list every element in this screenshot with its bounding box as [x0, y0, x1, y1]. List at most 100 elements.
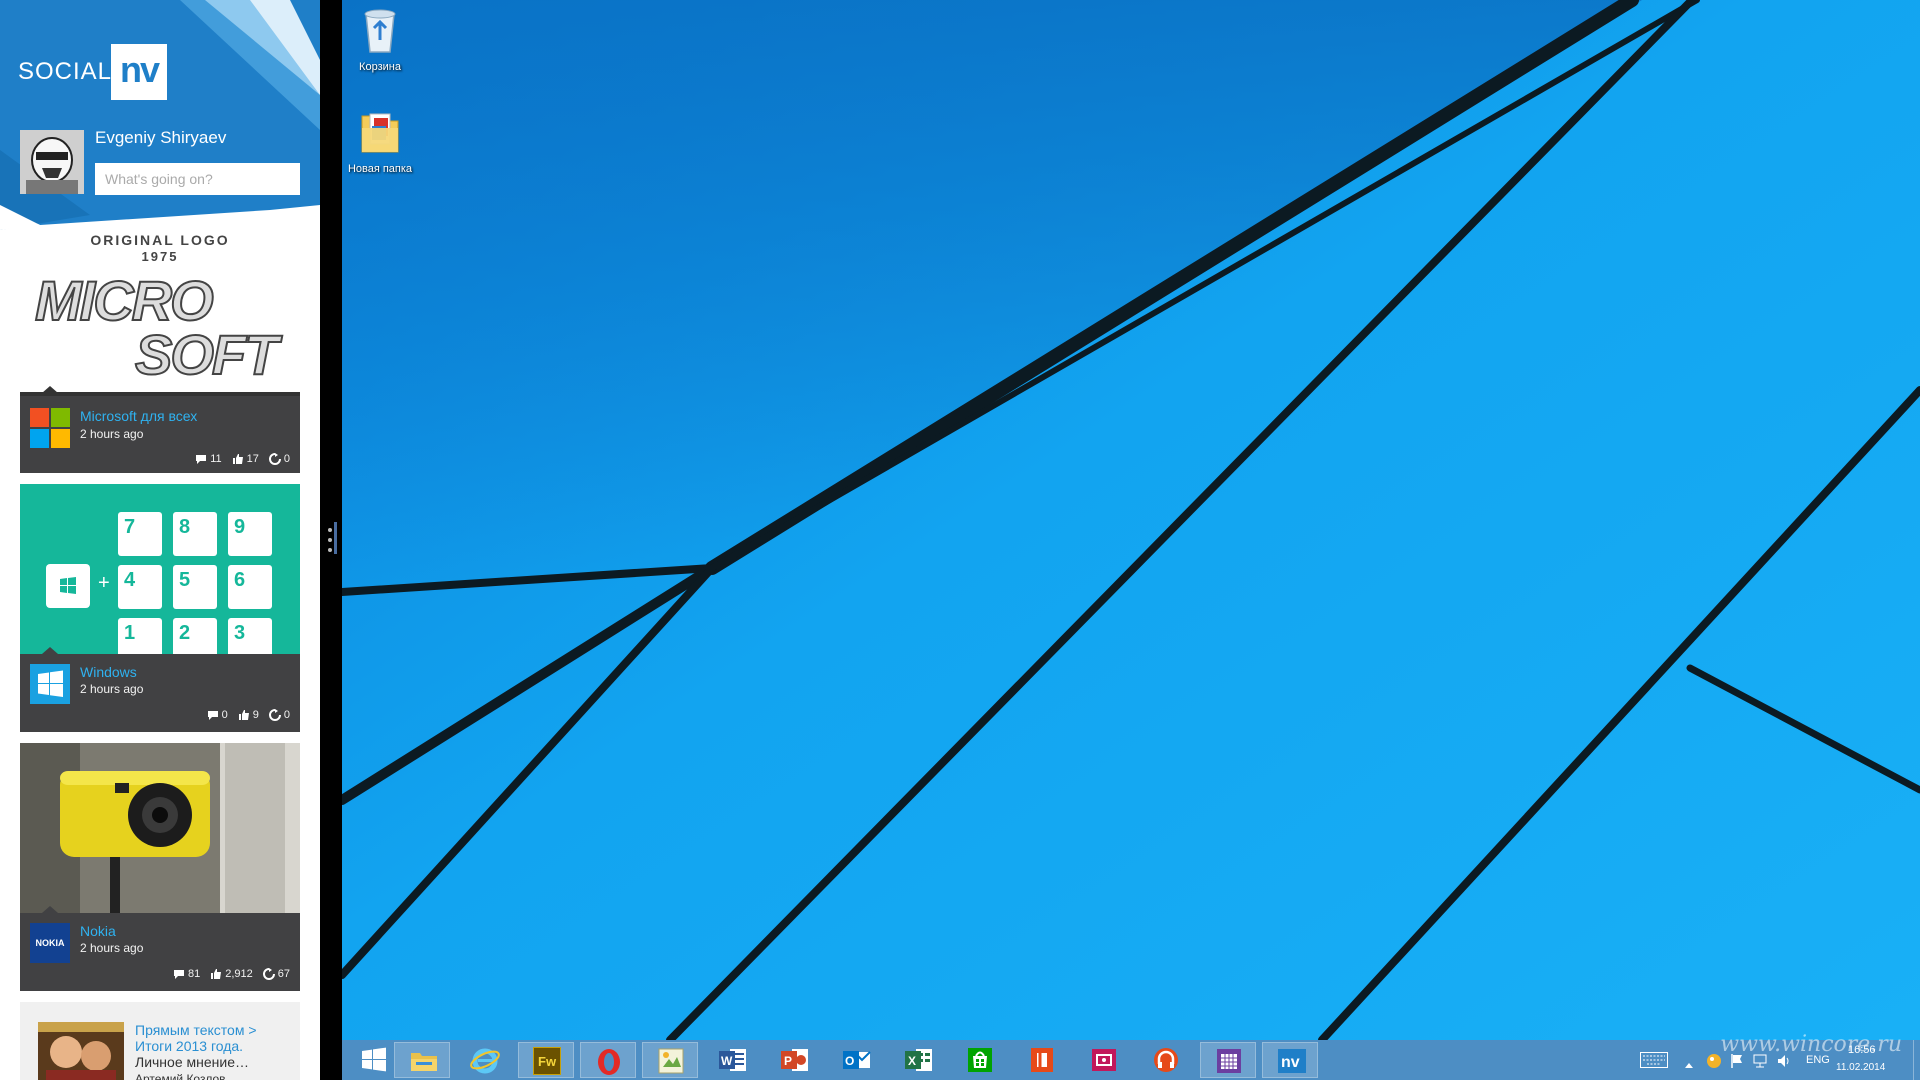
like-icon [238, 710, 249, 720]
splitter-grip-dot [328, 528, 332, 532]
feed-card-nokia-image[interactable] [20, 743, 300, 913]
card-source-nokia[interactable]: Nokia [80, 923, 116, 939]
status-input[interactable] [95, 163, 300, 195]
store-icon [968, 1048, 992, 1072]
taskbar-app-image-viewer[interactable] [642, 1042, 698, 1078]
file-explorer-icon [411, 1053, 437, 1071]
show-hidden-icons-button[interactable] [1684, 1056, 1694, 1068]
article-title[interactable]: Прямым текстом > Итоги 2013 года. Личное… [135, 1022, 295, 1070]
taskbar-app-internet-explorer[interactable] [456, 1042, 512, 1078]
desktop-icon-new-folder[interactable]: Новая папка [342, 108, 418, 175]
logo-caption: ORIGINAL LOGO [90, 232, 230, 248]
desktop-icon-label: Корзина [359, 61, 401, 73]
brand-nv-logo[interactable]: nv [111, 44, 167, 100]
avatar[interactable] [20, 130, 84, 194]
taskbar-app-excel[interactable]: X [890, 1042, 946, 1078]
comments-count[interactable]: 0 [207, 709, 228, 721]
clock-date[interactable]: 11.02.2014 [1836, 1062, 1885, 1073]
nv-icon: nv [1278, 1049, 1306, 1073]
show-desktop-button[interactable] [1913, 1040, 1920, 1080]
powerpoint-letter: P [784, 1054, 792, 1068]
snap-splitter[interactable] [320, 0, 342, 1080]
taskbar-app-explorer[interactable] [394, 1042, 450, 1078]
card-source-name[interactable]: Microsoft [80, 408, 137, 424]
excel-letter: X [908, 1054, 916, 1068]
touch-keyboard-button[interactable] [1640, 1052, 1668, 1068]
soft-logo-text: SOFT [134, 322, 279, 387]
taskbar-app-office[interactable] [1014, 1042, 1070, 1078]
microsoft-logo-icon [30, 408, 70, 448]
taskbar-app-store[interactable] [952, 1042, 1008, 1078]
article-title-line[interactable]: Итоги 2013 года. [135, 1038, 295, 1054]
chevron-up-icon [1685, 1063, 1693, 1068]
headphones-icon [1154, 1048, 1178, 1072]
nokia-logo-icon: NOKIA [30, 923, 70, 963]
feed-card-microsoft-image[interactable]: ORIGINAL LOGO 1975 MICRO SOFT [20, 232, 300, 392]
card-caret [42, 386, 58, 393]
keypad-key: 4 [118, 565, 162, 609]
outlook-icon: O [843, 1051, 871, 1069]
card-source-microsoft[interactable]: Microsoft для всех [80, 408, 197, 424]
desktop-wallpaper [342, 0, 1920, 1040]
office-icon [1031, 1048, 1053, 1072]
comments-value: 11 [210, 453, 222, 465]
taskbar-app-fireworks[interactable]: Fw [518, 1042, 574, 1078]
taskbar-app-outlook[interactable]: O [828, 1042, 884, 1078]
logo-year: 1975 [141, 249, 179, 264]
likes-count[interactable]: 9 [238, 709, 259, 721]
opera-icon [598, 1049, 620, 1075]
comment-icon [207, 711, 218, 720]
reposts-value: 67 [277, 968, 290, 980]
feed-card-windows[interactable]: Windows 2 hours ago 0 9 0 [20, 647, 300, 732]
nokia-lumia-photo [20, 743, 300, 913]
taskbar: Fw W P O X nv ENG 16:56 11.02.2014 [342, 1040, 1920, 1080]
reposts-value: 0 [283, 453, 290, 465]
internet-explorer-icon [470, 1048, 500, 1074]
user-name[interactable]: Evgeniy Shiryaev [95, 128, 226, 148]
image-app-icon [658, 1048, 684, 1074]
reposts-count[interactable]: 0 [268, 453, 290, 465]
sidebar-header: SOCIAL nv Evgeniy Shiryaev [0, 0, 320, 230]
feed-card-windows-image[interactable]: + 7 8 9 4 5 6 1 2 3 [20, 484, 300, 654]
taskbar-app-opera[interactable] [580, 1042, 636, 1078]
taskbar-app-screen-capture[interactable] [1076, 1042, 1132, 1078]
likes-count[interactable]: 2,912 [210, 968, 253, 980]
taskbar-app-music[interactable] [1138, 1042, 1194, 1078]
reposts-count[interactable]: 0 [268, 709, 290, 721]
windows-start-icon [362, 1047, 386, 1072]
likes-count[interactable]: 17 [232, 453, 259, 465]
comments-value: 81 [187, 968, 201, 980]
feed-card-nokia[interactable]: NOKIA Nokia 2 hours ago 81 2,912 67 [20, 906, 300, 991]
taskbar-app-word[interactable]: W [704, 1042, 760, 1078]
keypad-key: 9 [228, 512, 272, 556]
card-stats: 81 2,912 67 [173, 968, 290, 980]
keypad: 7 8 9 4 5 6 1 2 3 [118, 512, 278, 654]
taskbar-app-socialnv[interactable]: nv [1262, 1042, 1318, 1078]
watermark: www.wincore.ru [1720, 1032, 1902, 1057]
article-title-line[interactable]: Прямым текстом > [135, 1022, 295, 1038]
screen-capture-icon [1092, 1049, 1116, 1071]
comments-count[interactable]: 11 [195, 453, 222, 465]
feed-card-microsoft[interactable]: Microsoft для всех 2 hours ago 11 17 0 [20, 386, 300, 473]
likes-value: 17 [246, 453, 259, 465]
comment-icon [173, 970, 184, 979]
card-time: 2 hours ago [80, 682, 144, 696]
comments-count[interactable]: 81 [173, 968, 200, 980]
taskbar-app-powerpoint[interactable]: P [766, 1042, 822, 1078]
article-title-line[interactable]: Личное мнение… [135, 1054, 295, 1070]
brand-social-text: SOCIAL [18, 58, 113, 85]
keyboard-icon [1640, 1052, 1668, 1068]
card-stats: 0 9 0 [207, 709, 290, 721]
card-source-suffix[interactable]: для всех [137, 408, 198, 424]
likes-value: 2,912 [225, 968, 253, 980]
feed-card-article[interactable]: Прямым текстом > Итоги 2013 года. Личное… [20, 1002, 300, 1080]
outlook-letter: O [845, 1054, 854, 1068]
recycle-bin-icon [364, 9, 396, 53]
taskbar-app-calendar[interactable] [1200, 1042, 1256, 1078]
desktop[interactable]: Корзина Новая папка [342, 0, 1920, 1040]
card-source-windows[interactable]: Windows [80, 664, 137, 680]
reposts-count[interactable]: 67 [262, 968, 290, 980]
like-icon [232, 454, 243, 464]
comment-icon [196, 455, 207, 464]
desktop-icon-recycle-bin[interactable]: Корзина [342, 6, 418, 73]
